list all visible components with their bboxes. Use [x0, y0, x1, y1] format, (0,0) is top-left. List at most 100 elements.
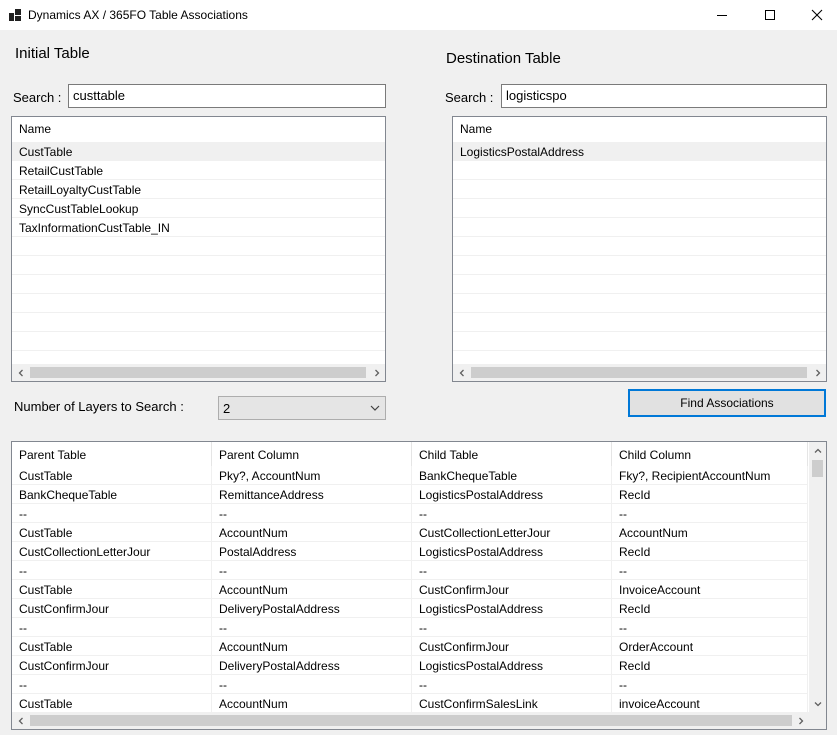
- list-empty-row: [453, 332, 826, 351]
- destination-list-header[interactable]: Name: [453, 117, 826, 139]
- layers-label: Number of Layers to Search :: [14, 399, 184, 414]
- table-cell: AccountNum: [212, 694, 412, 713]
- table-row[interactable]: CustTable Pky?, AccountNum BankChequeTable…: [12, 466, 808, 485]
- list-item[interactable]: SyncCustTableLookup: [12, 199, 385, 218]
- layers-select[interactable]: 2: [218, 396, 386, 420]
- table-cell: PostalAddress: [212, 542, 412, 561]
- column-header[interactable]: Parent Column: [212, 442, 412, 466]
- minimize-button[interactable]: [699, 0, 745, 30]
- chevron-right-icon[interactable]: [792, 712, 809, 729]
- chevron-right-icon[interactable]: [809, 364, 826, 381]
- grid-header: Parent Table Parent Column Child Table Chil…: [12, 442, 808, 466]
- initial-list-scroll-thumb[interactable]: [30, 367, 366, 378]
- destination-table-list[interactable]: Name LogisticsPostalAddress: [452, 116, 827, 382]
- table-row[interactable]: BankChequeTable RemittanceAddress Logistic…: [12, 485, 808, 504]
- column-header[interactable]: Parent Table: [12, 442, 212, 466]
- table-cell: AccountNum: [212, 580, 412, 599]
- grid-hscroll-thumb[interactable]: [30, 715, 792, 726]
- table-cell: AccountNum: [212, 637, 412, 656]
- grid-horizontal-scrollbar[interactable]: [12, 712, 809, 729]
- minimize-icon: [717, 15, 727, 16]
- list-empty-row: [453, 199, 826, 218]
- table-cell: --: [612, 618, 808, 637]
- table-cell: --: [12, 675, 212, 694]
- table-row[interactable]: -- -- -- --: [12, 561, 808, 580]
- list-item[interactable]: LogisticsPostalAddress: [453, 142, 826, 161]
- app-icon: [9, 9, 21, 21]
- destination-table-heading: Destination Table: [446, 50, 561, 67]
- list-empty-row: [12, 332, 385, 351]
- grid-vscroll-thumb[interactable]: [812, 460, 823, 477]
- chevron-up-icon[interactable]: [809, 442, 826, 459]
- chevron-left-icon[interactable]: [12, 712, 29, 729]
- table-row[interactable]: CustConfirmJour DeliveryPostalAddress Logi…: [12, 599, 808, 618]
- chevron-down-icon[interactable]: [365, 397, 385, 419]
- table-row[interactable]: CustTable AccountNum CustConfirmJour OrderA…: [12, 637, 808, 656]
- list-empty-row: [453, 161, 826, 180]
- initial-list-scrollbar[interactable]: [12, 364, 385, 381]
- destination-list-scrollbar[interactable]: [453, 364, 826, 381]
- table-cell: DeliveryPostalAddress: [212, 656, 412, 675]
- list-empty-row: [453, 313, 826, 332]
- table-cell: --: [612, 504, 808, 523]
- list-empty-row: [12, 313, 385, 332]
- grid-vertical-scrollbar[interactable]: [809, 442, 826, 712]
- initial-table-list[interactable]: Name CustTable RetailCustTable RetailLoyal…: [11, 116, 386, 382]
- scroll-corner: [809, 712, 826, 729]
- table-cell: --: [612, 561, 808, 580]
- initial-table-heading: Initial Table: [15, 45, 90, 62]
- chevron-left-icon[interactable]: [12, 364, 29, 381]
- find-associations-button[interactable]: Find Associations: [628, 389, 826, 417]
- table-cell: CustTable: [12, 523, 212, 542]
- table-row[interactable]: CustTable AccountNum CustCollectionLetterJ…: [12, 523, 808, 542]
- list-empty-row: [453, 218, 826, 237]
- table-row[interactable]: CustTable AccountNum CustConfirmJour Invoic…: [12, 580, 808, 599]
- table-row[interactable]: -- -- -- --: [12, 504, 808, 523]
- table-cell: AccountNum: [612, 523, 808, 542]
- table-cell: LogisticsPostalAddress: [412, 542, 612, 561]
- table-cell: CustConfirmJour: [412, 637, 612, 656]
- maximize-button[interactable]: [747, 0, 793, 30]
- table-cell: CustCollectionLetterJour: [412, 523, 612, 542]
- table-cell: --: [412, 618, 612, 637]
- title-bar: Dynamics AX / 365FO Table Associations: [0, 0, 837, 30]
- table-cell: LogisticsPostalAddress: [412, 656, 612, 675]
- table-cell: --: [412, 675, 612, 694]
- table-row[interactable]: CustTable AccountNum CustConfirmSalesLink i…: [12, 694, 808, 713]
- table-cell: --: [12, 618, 212, 637]
- table-cell: InvoiceAccount: [612, 580, 808, 599]
- table-cell: RecId: [612, 485, 808, 504]
- table-cell: CustTable: [12, 466, 212, 485]
- table-row[interactable]: CustCollectionLetterJour PostalAddress Log…: [12, 542, 808, 561]
- list-empty-row: [453, 237, 826, 256]
- table-cell: --: [12, 504, 212, 523]
- table-cell: RecId: [612, 656, 808, 675]
- list-item[interactable]: CustTable: [12, 142, 385, 161]
- column-header[interactable]: Child Column: [612, 442, 808, 466]
- layers-select-value: 2: [223, 401, 231, 416]
- chevron-left-icon[interactable]: [453, 364, 470, 381]
- list-item[interactable]: RetailLoyaltyCustTable: [12, 180, 385, 199]
- list-item[interactable]: TaxInformationCustTable_IN: [12, 218, 385, 237]
- table-cell: OrderAccount: [612, 637, 808, 656]
- table-cell: --: [12, 561, 212, 580]
- table-cell: DeliveryPostalAddress: [212, 599, 412, 618]
- table-row[interactable]: CustConfirmJour DeliveryPostalAddress Logi…: [12, 656, 808, 675]
- chevron-down-icon[interactable]: [809, 695, 826, 712]
- initial-search-input[interactable]: custtable: [68, 84, 386, 108]
- destination-list-scroll-thumb[interactable]: [471, 367, 807, 378]
- destination-search-input[interactable]: logisticspo: [501, 84, 827, 108]
- table-cell: invoiceAccount: [612, 694, 808, 713]
- table-row[interactable]: -- -- -- --: [12, 675, 808, 694]
- initial-list-header[interactable]: Name: [12, 117, 385, 139]
- table-cell: --: [412, 561, 612, 580]
- chevron-right-icon[interactable]: [368, 364, 385, 381]
- column-header[interactable]: Child Table: [412, 442, 612, 466]
- close-button[interactable]: [794, 0, 837, 30]
- list-empty-row: [453, 256, 826, 275]
- table-row[interactable]: -- -- -- --: [12, 618, 808, 637]
- find-associations-label: Find Associations: [680, 396, 774, 410]
- associations-grid[interactable]: Parent Table Parent Column Child Table Chil…: [11, 441, 827, 730]
- list-item[interactable]: RetailCustTable: [12, 161, 385, 180]
- table-cell: LogisticsPostalAddress: [412, 599, 612, 618]
